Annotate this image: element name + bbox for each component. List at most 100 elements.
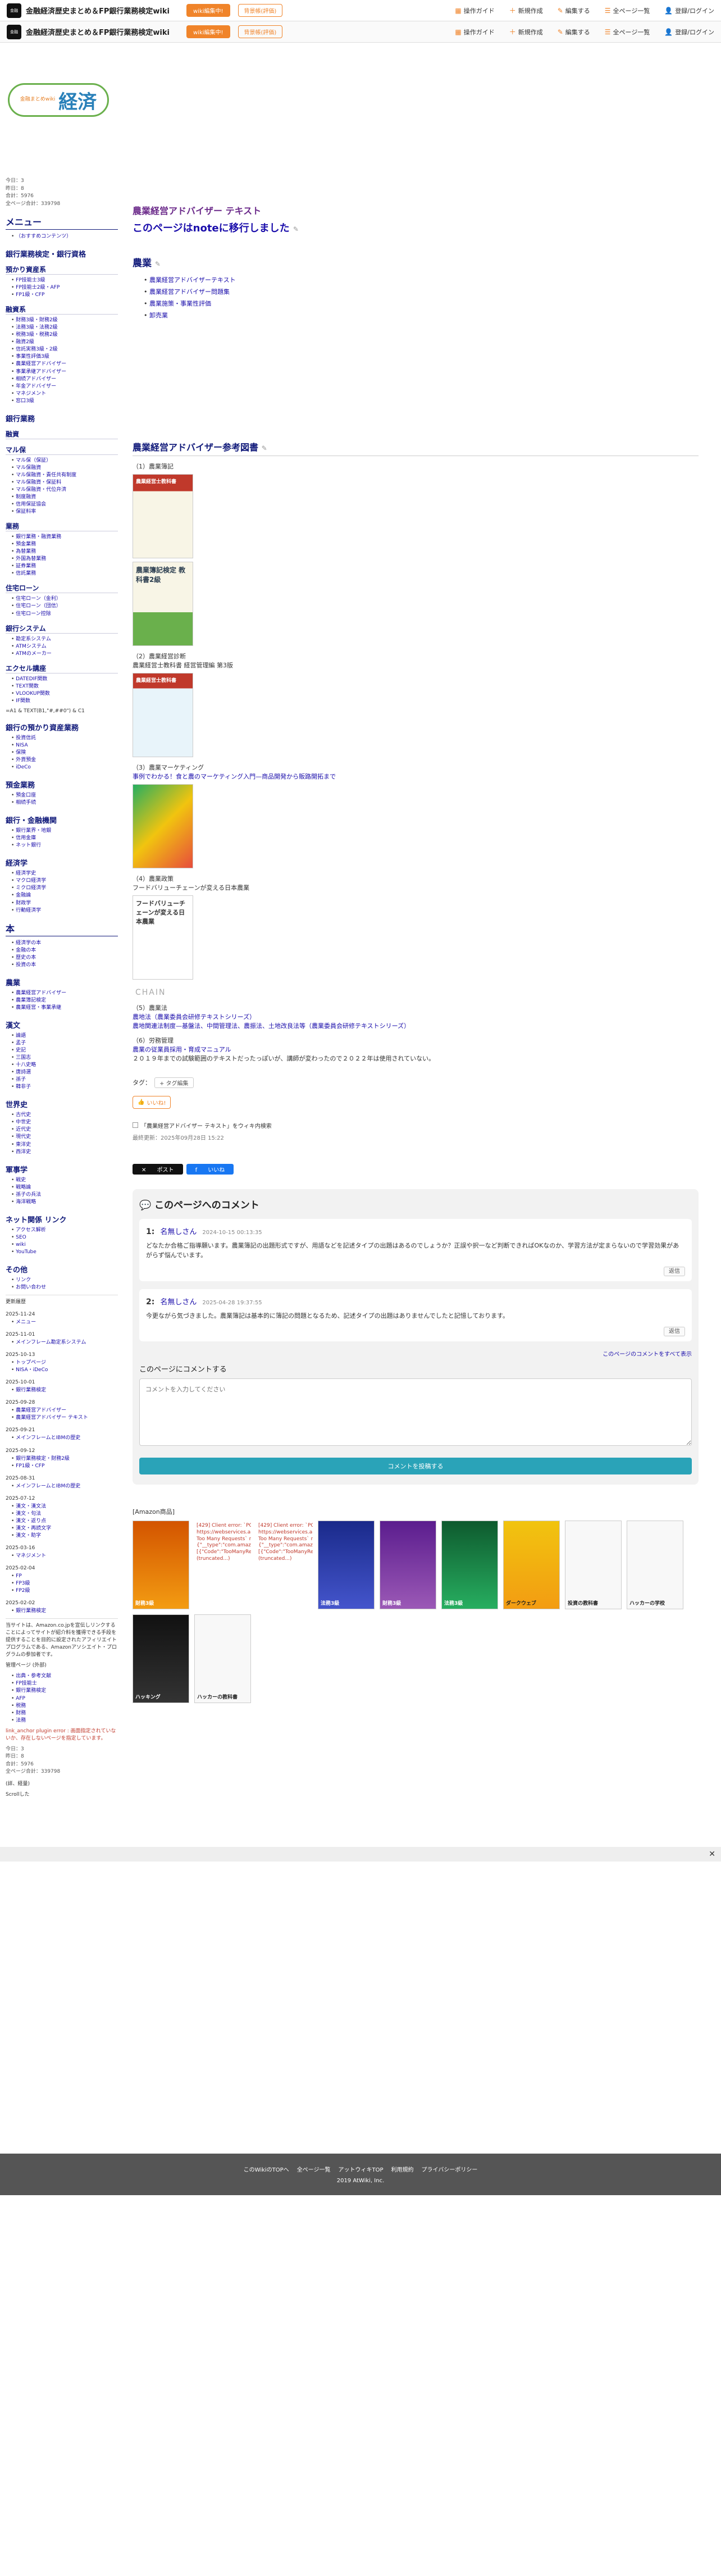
wiki-logo[interactable]: 金融まとめwiki 経済 bbox=[8, 83, 109, 117]
list-item[interactable]: ミクロ経済学 bbox=[11, 885, 118, 892]
list-item[interactable]: 融資2級 bbox=[11, 339, 118, 346]
update-item[interactable]: FP1級・CFP bbox=[11, 1463, 118, 1470]
list-item[interactable]: TEXT関数 bbox=[11, 683, 118, 690]
update-item[interactable]: NISA・iDeCo bbox=[11, 1367, 118, 1374]
list-item[interactable]: 戦略論 bbox=[11, 1184, 118, 1191]
update-item[interactable]: メインフレームとIBMの歴史 bbox=[11, 1435, 118, 1442]
wiki-search-link[interactable]: 「農業経営アドバイザー テキスト」をウィキ内検索 bbox=[133, 1121, 699, 1130]
site-logo[interactable]: 金融 bbox=[7, 3, 21, 18]
menu-all-pages[interactable]: ☰ 全ページ一覧 bbox=[605, 6, 650, 15]
list-item[interactable]: AFP bbox=[11, 1695, 118, 1703]
menu-login[interactable]: 👤 登録/ログイン bbox=[664, 27, 714, 37]
menu-all-pages[interactable]: ☰ 全ページ一覧 bbox=[605, 27, 650, 37]
list-item[interactable]: 東洋史 bbox=[11, 1141, 118, 1149]
list-item[interactable]: 財務3級・財務2級 bbox=[11, 317, 118, 324]
site-logo[interactable]: 金融 bbox=[7, 24, 21, 39]
update-item[interactable]: FP3級 bbox=[11, 1580, 118, 1587]
list-item[interactable]: 海洋戦略 bbox=[11, 1199, 118, 1206]
list-item[interactable]: 信用金庫 bbox=[11, 835, 118, 842]
list-item[interactable]: 制度融資 bbox=[11, 494, 118, 501]
amazon-product[interactable]: ハッカーの教科書 bbox=[194, 1614, 251, 1704]
list-item[interactable]: FP技能士3級 bbox=[11, 277, 118, 284]
book-cover[interactable]: 農業経営士教科書 bbox=[133, 474, 193, 558]
menu-guide[interactable]: ▦ 操作ガイド bbox=[455, 6, 494, 15]
list-item[interactable]: 財政学 bbox=[11, 900, 118, 907]
bg-button[interactable]: 背景帳(評価) bbox=[238, 4, 283, 17]
list-item[interactable]: 史記 bbox=[11, 1047, 118, 1054]
list-item[interactable]: 中世史 bbox=[11, 1119, 118, 1126]
list-item[interactable]: 住宅ローン控除 bbox=[11, 611, 118, 618]
update-item[interactable]: FP2級 bbox=[11, 1587, 118, 1595]
list-item[interactable]: マネジメント bbox=[11, 390, 118, 398]
list-item[interactable]: 金融の本 bbox=[11, 947, 118, 954]
list-item[interactable]: 唐詩選 bbox=[11, 1069, 118, 1076]
list-item[interactable]: YouTube bbox=[11, 1249, 118, 1256]
update-item[interactable]: 漢文・再読文字 bbox=[11, 1525, 118, 1532]
list-item[interactable]: DATEDIF関数 bbox=[11, 676, 118, 683]
list-item[interactable]: 銀行業界・地銀 bbox=[11, 827, 118, 835]
list-item[interactable]: マル保融資・保証料 bbox=[11, 479, 118, 486]
list-item[interactable]: 相続アドバイザー bbox=[11, 376, 118, 383]
menu-new[interactable]: ＋新規作成 bbox=[509, 27, 543, 37]
update-item[interactable]: 漢文・句法 bbox=[11, 1510, 118, 1518]
list-item[interactable]: FP技能士2級・AFP bbox=[11, 284, 118, 292]
wiki-edit-button[interactable]: wiki編集中! bbox=[186, 4, 230, 17]
comment-author[interactable]: 名無しさん bbox=[160, 1226, 197, 1236]
list-item[interactable]: 住宅ローン（金利） bbox=[11, 595, 118, 603]
list-item[interactable]: 孫子の兵法 bbox=[11, 1191, 118, 1199]
list-item[interactable]: 事業承継アドバイザー bbox=[11, 368, 118, 376]
list-item[interactable]: 窓口3級 bbox=[11, 398, 118, 405]
scroll-link[interactable]: Scrollした bbox=[6, 1791, 118, 1799]
edit-pencil-icon[interactable]: ✎ bbox=[155, 260, 161, 268]
footer-link[interactable]: プライバシーポリシー bbox=[422, 2165, 478, 2173]
list-item[interactable]: 保証料率 bbox=[11, 508, 118, 516]
update-item[interactable]: 漢文・漢文法 bbox=[11, 1503, 118, 1510]
list-item[interactable]: マル保融資・代位弁済 bbox=[11, 486, 118, 494]
list-item[interactable]: 税務3級・税務2級 bbox=[11, 331, 118, 339]
list-item[interactable]: FP1級・CFP bbox=[11, 292, 118, 299]
list-item[interactable]: 農業経営アドバイザーテキスト bbox=[144, 275, 699, 286]
update-item[interactable]: 漢文・助字 bbox=[11, 1532, 118, 1540]
footer-link[interactable]: アットウィキTOP bbox=[339, 2165, 384, 2173]
list-item[interactable]: 外国為替業務 bbox=[11, 556, 118, 563]
list-item[interactable]: 現代史 bbox=[11, 1134, 118, 1141]
book-cover[interactable]: 農業経営士教科書 bbox=[133, 672, 193, 757]
menu-guide[interactable]: ▦ 操作ガイド bbox=[455, 27, 494, 37]
list-item[interactable]: 近代史 bbox=[11, 1126, 118, 1134]
list-item[interactable]: 預金口座 bbox=[11, 792, 118, 799]
menu-new[interactable]: ＋新規作成 bbox=[509, 6, 543, 15]
list-item[interactable]: 保険 bbox=[11, 749, 118, 757]
list-item[interactable]: ネット銀行 bbox=[11, 842, 118, 849]
list-item[interactable]: マル保融資 bbox=[11, 465, 118, 472]
menu-edit[interactable]: ✎ 編集する bbox=[558, 6, 590, 15]
list-item[interactable]: 住宅ローン（団信） bbox=[11, 603, 118, 610]
site-title[interactable]: 金融経済歴史まとめ＆FP銀行業務検定wiki bbox=[26, 26, 170, 37]
reply-button[interactable]: 返信 bbox=[664, 1266, 685, 1276]
list-item[interactable]: 預金業務 bbox=[11, 541, 118, 548]
list-item[interactable]: 農業経営アドバイザー問題集 bbox=[144, 286, 699, 298]
comment-input[interactable] bbox=[139, 1378, 692, 1446]
list-item[interactable]: お問い合わせ bbox=[11, 1284, 118, 1291]
amazon-product[interactable]: ダークウェブ bbox=[503, 1521, 560, 1610]
list-item[interactable]: 孫子 bbox=[11, 1076, 118, 1084]
list-item[interactable]: ATMのメーカー bbox=[11, 650, 118, 658]
footer-link[interactable]: このWikiのTOPへ bbox=[244, 2165, 289, 2173]
list-item[interactable]: VLOOKUP関数 bbox=[11, 690, 118, 698]
list-item[interactable]: マクロ経済学 bbox=[11, 877, 118, 885]
list-item[interactable]: 農業経営・事業承継 bbox=[11, 1004, 118, 1012]
list-item[interactable]: 農業経営アドバイザー bbox=[11, 361, 118, 368]
update-item[interactable]: トップページ bbox=[11, 1359, 118, 1367]
list-item[interactable]: 銀行業務・融資業務 bbox=[11, 534, 118, 541]
amazon-product[interactable]: ハッカーの学校 bbox=[627, 1521, 683, 1610]
wiki-edit-button[interactable]: wiki編集中! bbox=[186, 25, 230, 38]
list-item[interactable]: 証券業務 bbox=[11, 563, 118, 570]
list-item[interactable]: 韓非子 bbox=[11, 1084, 118, 1091]
update-item[interactable]: 銀行業務検定・財務2級 bbox=[11, 1455, 118, 1463]
list-item[interactable]: 信託業務 bbox=[11, 570, 118, 577]
update-item[interactable]: 銀行業務検定 bbox=[11, 1387, 118, 1394]
list-item[interactable]: 税務 bbox=[11, 1703, 118, 1710]
list-item[interactable]: 孟子 bbox=[11, 1040, 118, 1047]
comment-submit-button[interactable]: コメントを投稿する bbox=[139, 1458, 692, 1475]
edit-pencil-icon[interactable]: ✎ bbox=[262, 444, 267, 452]
update-item[interactable]: 漢文・返り点 bbox=[11, 1518, 118, 1525]
